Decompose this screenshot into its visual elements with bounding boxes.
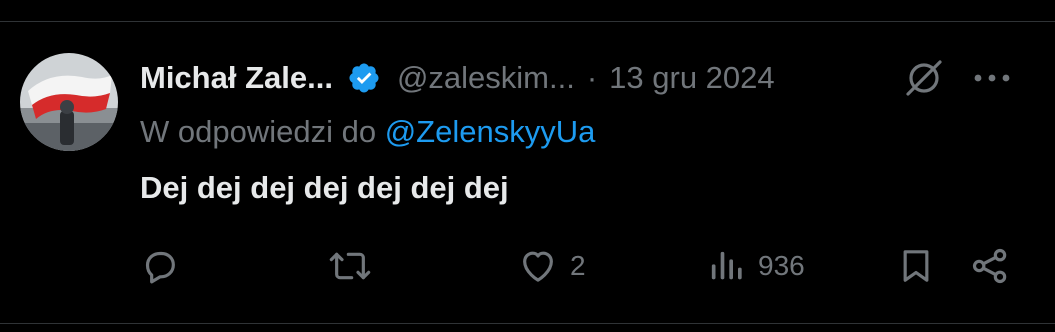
share-button[interactable] [970, 244, 1010, 288]
more-icon[interactable] [972, 64, 1012, 92]
views-count: 936 [758, 250, 805, 281]
verified-badge-icon[interactable] [347, 61, 381, 95]
like-button[interactable]: 2 [518, 244, 586, 288]
tweet-text: Dej dej dej dej dej dej dej [140, 170, 509, 205]
reply-icon [145, 251, 175, 284]
header-separator: · [586, 60, 598, 95]
bookmark-button[interactable] [896, 244, 936, 288]
avatar[interactable] [20, 53, 118, 151]
bookmark-icon [903, 250, 929, 282]
views-icon [711, 251, 742, 280]
reply-button[interactable] [140, 244, 192, 288]
like-count: 2 [570, 250, 586, 281]
grok-icon[interactable] [902, 56, 946, 100]
reply-context: W odpowiedzi do @ZelenskyyUa [140, 114, 595, 150]
bottom-divider [0, 323, 1055, 324]
heart-icon [523, 251, 553, 282]
tweet-header: Michał Zale... @zaleskim... · 13 gru 202… [140, 56, 775, 100]
retweet-icon [329, 252, 371, 280]
tweet-date[interactable]: 13 gru 2024 [609, 60, 774, 96]
author-name[interactable]: Michał Zale... [140, 60, 333, 96]
author-handle[interactable]: @zaleskim... [397, 60, 575, 96]
share-icon [972, 248, 1007, 284]
reply-mention-link[interactable]: @ZelenskyyUa [385, 114, 596, 149]
reply-prefix: W odpowiedzi do [140, 114, 377, 149]
retweet-button[interactable] [328, 244, 384, 288]
top-divider [0, 21, 1055, 22]
views-button[interactable]: 936 [706, 244, 805, 288]
